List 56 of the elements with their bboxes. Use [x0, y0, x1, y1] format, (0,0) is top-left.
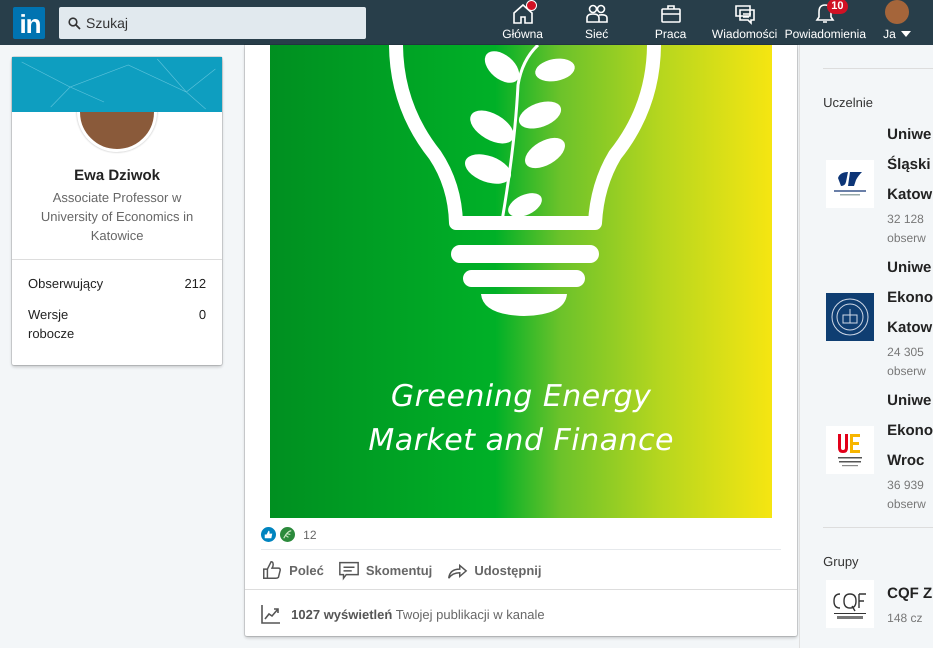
organization-name[interactable]: Katow	[887, 180, 932, 210]
organization-name[interactable]: Uniwe	[887, 120, 932, 150]
organization-name[interactable]: Śląski	[887, 150, 932, 180]
views-text[interactable]: 1027 wyświetleń Twojej publikacji w kanale	[291, 606, 545, 622]
reaction-icon	[280, 527, 296, 542]
organization-name[interactable]: Wroc	[887, 446, 933, 476]
reaction-count[interactable]: 12	[303, 528, 317, 542]
university-logo-icon	[826, 426, 874, 474]
nav-item[interactable]: Główna	[486, 0, 560, 45]
thumbs-up-icon	[261, 559, 284, 581]
search-field[interactable]: Szukaj	[59, 6, 366, 38]
section-title: Grupy	[823, 554, 860, 569]
stat-value[interactable]: 0	[198, 305, 206, 343]
comment-button[interactable]: Skomentuj	[334, 557, 436, 583]
organization-name[interactable]: Ekono	[887, 416, 933, 446]
nav-item[interactable]: Sieć	[560, 0, 634, 45]
trend-chart-icon	[261, 604, 282, 624]
cover-title: Greening Energy	[390, 378, 652, 416]
follower-count: 24 305	[887, 344, 925, 361]
thumbs-up-icon	[261, 527, 276, 542]
nav-item[interactable]: Wiadomości	[708, 0, 782, 45]
profile-name[interactable]: Ewa Dziwok	[12, 167, 222, 184]
home-icon	[510, 2, 535, 26]
nav-item[interactable]: Ja	[869, 0, 925, 45]
follower-count: 36 939	[887, 477, 925, 494]
nav-item[interactable]: Praca	[634, 0, 708, 45]
share-button[interactable]: Udostępnij	[442, 557, 546, 583]
logo[interactable]: in	[13, 6, 45, 38]
jobs-icon	[658, 2, 683, 26]
follower-count: obserw	[887, 230, 927, 247]
like-button[interactable]: Poleć	[257, 557, 328, 583]
organization-name[interactable]: Ekono	[887, 283, 933, 313]
caret-icon	[900, 31, 911, 37]
follower-count: obserw	[887, 363, 927, 380]
organization-name[interactable]: Uniwe	[887, 253, 933, 283]
university-logo-icon	[826, 160, 874, 208]
cover-title: Market and Finance	[368, 422, 674, 460]
organization-name[interactable]: CQF Z	[887, 579, 932, 609]
messages-icon	[732, 2, 757, 26]
institute-logo-icon	[826, 580, 874, 628]
stat-label[interactable]: Obserwujący	[28, 274, 118, 293]
avatar	[885, 0, 909, 24]
university-seal-icon	[826, 293, 874, 341]
follower-count: obserw	[887, 496, 927, 513]
nav-item[interactable]: 10 Powiadomienia	[782, 0, 869, 45]
notification-badge: 10	[827, 0, 848, 14]
stat-label[interactable]: Wersje robocze	[28, 305, 118, 343]
follower-count: 148 cz	[887, 610, 924, 627]
organization-name[interactable]: Uniwe	[887, 386, 933, 416]
stat-value[interactable]: 212	[184, 274, 206, 293]
organization-name[interactable]: Katow	[887, 313, 933, 343]
comment-icon	[338, 559, 360, 581]
profile-headline: Associate Professor w University of Economics in Katowice	[40, 189, 194, 245]
follower-count: 32 128	[887, 211, 925, 228]
section-title: Uczelnie	[823, 95, 874, 110]
network-icon	[584, 2, 609, 26]
